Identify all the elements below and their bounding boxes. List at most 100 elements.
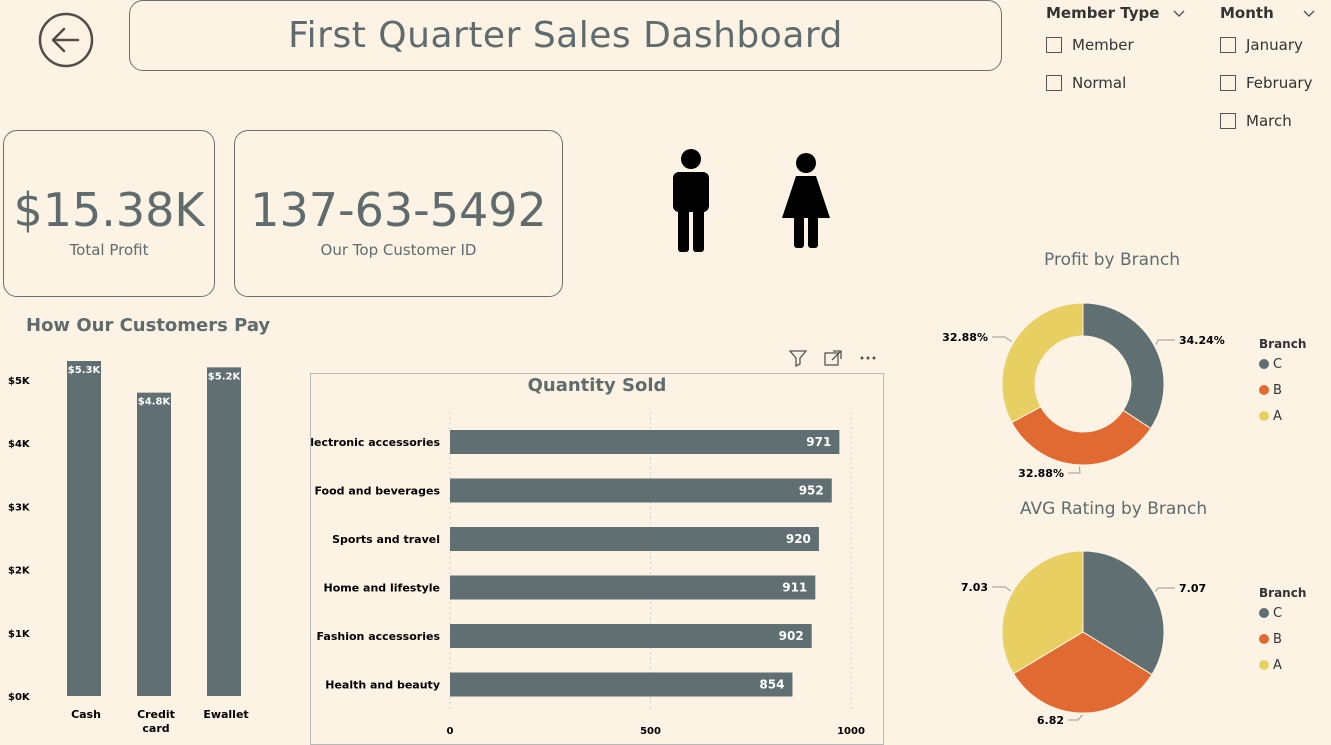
total-profit-value: $15.38K — [13, 183, 205, 237]
leader-line — [992, 586, 1012, 592]
y-tick-label: $0K — [8, 692, 31, 703]
y-tick-label: Food and beverages — [314, 485, 440, 498]
y-tick-label: Health and beauty — [325, 679, 440, 692]
data-label: 902 — [779, 629, 804, 643]
total-profit-card: $15.38K Total Profit — [3, 130, 215, 297]
march-option[interactable]: March — [1220, 111, 1316, 131]
y-tick-label: Home and lifestyle — [324, 582, 440, 595]
y-tick-label: Sports and travel — [332, 533, 440, 546]
data-label: 32.88% — [1018, 467, 1064, 480]
pie-slice-b — [1011, 406, 1152, 466]
january-option[interactable]: January — [1220, 35, 1316, 55]
data-label: 32.88% — [942, 331, 988, 344]
y-tick-label: $5K — [8, 376, 31, 387]
leader-line — [1155, 339, 1175, 345]
member-type-slicer-title: Member Type — [1046, 4, 1160, 22]
y-tick-label: $4K — [8, 439, 31, 450]
profit-by-branch-donut: 34.24% 32.88% 32.88% — [942, 302, 1225, 480]
data-label: 971 — [806, 435, 831, 449]
y-tick-label: $2K — [8, 566, 31, 577]
member-checkbox[interactable] — [1046, 37, 1062, 53]
normal-option-label: Normal — [1072, 74, 1127, 92]
legend-item-b[interactable]: B — [1259, 381, 1306, 399]
x-tick-label: 0 — [447, 726, 454, 737]
pie-slice-c — [1082, 302, 1165, 430]
legend-dot-c — [1259, 608, 1269, 618]
quantity-chart-title: Quantity Sold — [527, 375, 667, 396]
y-tick-label: Electronic accessories — [310, 436, 440, 449]
member-option[interactable]: Member — [1046, 35, 1186, 55]
payment-bar — [67, 361, 101, 696]
data-label: 952 — [799, 484, 824, 498]
data-label: $4.8K — [138, 397, 172, 408]
legend-label: C — [1273, 605, 1283, 621]
y-tick-label: Fashion accessories — [317, 630, 441, 643]
data-label: $5.3K — [68, 365, 102, 376]
payment-bar — [137, 392, 171, 696]
top-customer-card: 137-63-5492 Our Top Customer ID — [234, 130, 563, 297]
pie-slice-a — [1001, 302, 1084, 424]
legend-item-a[interactable]: A — [1259, 407, 1306, 425]
x-tick-label: card — [142, 722, 169, 735]
payment-bar-chart: $5K $4K $3K $2K $1K $0K $5.3K Cash $4.8K Creditca… — [8, 361, 249, 735]
data-label: 7.07 — [1179, 582, 1206, 595]
data-label: $5.2K — [208, 371, 242, 382]
male-person-icon — [673, 149, 709, 252]
leader-line — [1068, 714, 1083, 721]
legend-label: A — [1273, 408, 1282, 424]
payment-chart-title: How Our Customers Pay — [26, 315, 271, 336]
legend-dot-a — [1259, 411, 1269, 421]
legend-item-a[interactable]: A — [1259, 656, 1306, 674]
data-label: 6.82 — [1037, 714, 1064, 727]
x-tick-label: 1000 — [837, 726, 865, 737]
leader-line — [992, 336, 1012, 342]
rating-by-branch-pie: 7.07 6.82 7.03 — [961, 550, 1206, 727]
focus-mode-icon[interactable] — [823, 349, 843, 367]
month-slicer: Month January February March — [1220, 4, 1316, 131]
profit-by-branch-title: Profit by Branch — [1044, 250, 1180, 270]
legend-dot-a — [1259, 660, 1269, 670]
filter-icon[interactable] — [788, 349, 808, 367]
march-option-label: March — [1246, 112, 1292, 130]
chevron-down-icon[interactable] — [1302, 8, 1316, 18]
x-tick-label: Credit — [137, 708, 175, 721]
data-label: 34.24% — [1179, 334, 1225, 347]
y-tick-label: $3K — [8, 502, 31, 513]
legend-title: Branch — [1259, 586, 1307, 600]
back-arrow-icon[interactable] — [38, 12, 94, 68]
data-label: 920 — [786, 532, 811, 546]
quantity-bar — [450, 527, 819, 551]
quantity-bar-chart: 0 500 1000 971 Electronic accessories 952 Food… — [310, 412, 865, 737]
visual-toolbar — [788, 347, 882, 369]
legend-title: Branch — [1259, 337, 1307, 351]
x-tick-label: Ewallet — [203, 708, 248, 721]
data-label: 7.03 — [961, 581, 988, 594]
payment-bar — [207, 367, 241, 696]
january-option-label: January — [1246, 36, 1303, 54]
member-option-label: Member — [1072, 36, 1134, 54]
x-tick-label: 500 — [640, 726, 661, 737]
normal-option[interactable]: Normal — [1046, 73, 1186, 93]
y-tick-label: $1K — [8, 629, 31, 640]
more-options-icon[interactable] — [858, 349, 878, 367]
legend-label: A — [1273, 657, 1282, 673]
legend-label: B — [1273, 631, 1282, 647]
february-option[interactable]: February — [1220, 73, 1316, 93]
quantity-bar — [450, 624, 812, 648]
quantity-bar — [450, 478, 832, 503]
march-checkbox[interactable] — [1220, 113, 1236, 129]
data-label: 854 — [759, 678, 784, 692]
legend-item-c[interactable]: C — [1259, 355, 1306, 373]
january-checkbox[interactable] — [1220, 37, 1236, 53]
leader-line — [1068, 466, 1081, 474]
legend-item-b[interactable]: B — [1259, 630, 1306, 648]
legend-label: C — [1273, 356, 1283, 372]
normal-checkbox[interactable] — [1046, 75, 1062, 91]
page-title: First Quarter Sales Dashboard — [129, 0, 1002, 71]
chevron-down-icon[interactable] — [1172, 8, 1186, 18]
legend-dot-b — [1259, 634, 1269, 644]
quantity-bar — [450, 430, 840, 454]
february-checkbox[interactable] — [1220, 75, 1236, 91]
x-tick-label: Cash — [71, 708, 101, 721]
legend-item-c[interactable]: C — [1259, 604, 1306, 622]
